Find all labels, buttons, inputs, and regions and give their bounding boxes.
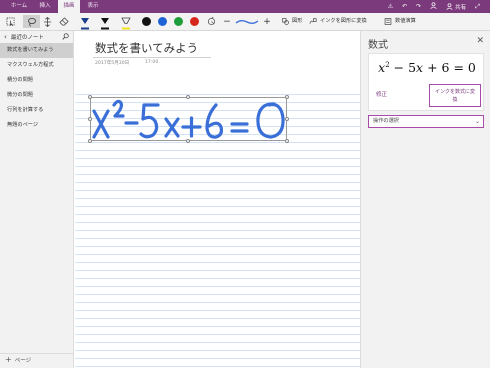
fix-link[interactable]: 修正 [376, 90, 387, 98]
ribbon-tab-bar: ホーム 挿入 描画 表示 ⚠ ↶ ↷ 共有 ⤢ [0, 0, 490, 13]
shape-icon [282, 18, 289, 25]
color-red-swatch[interactable] [190, 17, 199, 26]
sidebar-page-item[interactable]: 行列を計算する [0, 103, 73, 118]
pen-black-icon[interactable] [100, 15, 110, 30]
math-icon [384, 18, 392, 25]
sidebar-page-item[interactable]: 微分の問題 [0, 88, 73, 103]
operation-select-value: 操作の選択 [373, 118, 399, 124]
math-button[interactable]: 数値演算 [384, 15, 416, 28]
shape-button[interactable]: 図形 [282, 15, 302, 28]
tab-home[interactable]: ホーム [6, 0, 32, 13]
share-button[interactable]: 共有 [446, 3, 466, 11]
sidebar-page-item[interactable]: 積分の問題 [0, 73, 73, 88]
close-icon[interactable]: ✕ [476, 36, 484, 46]
add-page-label: ページ [14, 357, 32, 364]
convert-label-line1: インクを数式に変 [434, 89, 475, 95]
highlighter-icon[interactable] [121, 15, 131, 30]
ink-to-shape-button[interactable]: インクを図形に変換 [309, 15, 367, 28]
add-page-button[interactable]: + ページ [5, 355, 31, 364]
shape-label: 図形 [292, 18, 303, 24]
equation-term: − 5 [389, 60, 417, 75]
page-title[interactable]: 数式を書いてみよう [95, 40, 198, 56]
undo-icon[interactable]: ↶ [402, 3, 407, 10]
color-picker-icon[interactable] [204, 15, 218, 28]
chevron-down-icon: ⌄ [474, 118, 480, 125]
sidebar-page-item[interactable]: 無題のページ [0, 118, 73, 133]
select-objects-icon[interactable] [3, 15, 17, 28]
pen-dark-blue-icon[interactable] [80, 15, 90, 30]
share-label: 共有 [455, 4, 467, 11]
thickness-increase-icon[interactable]: + [262, 15, 272, 28]
page-time: 17:00 [145, 60, 159, 65]
panel-title: 数式 [368, 40, 388, 51]
ink-to-shape-label: インクを図形に変換 [320, 18, 367, 24]
color-black-swatch[interactable] [142, 17, 151, 26]
recent-notes-label: 最近のノート [10, 35, 44, 41]
page-list-sidebar: ‹ 最近のノート 数式を書いてみよう マクスウェル方程式 積分の問題 微分の問題… [0, 31, 74, 368]
thickness-decrease-icon[interactable]: − [222, 15, 232, 28]
ink-to-shape-icon [309, 18, 317, 24]
redo-icon[interactable]: ↷ [416, 3, 421, 10]
sidebar-divider [0, 353, 74, 354]
recognized-equation: x2 − 5x + 6 = 0 [369, 60, 485, 75]
equation-term: + 6 = 0 [423, 60, 476, 75]
title-bar-actions: ⚠ ↶ ↷ 共有 ⤢ [388, 2, 480, 11]
color-blue-swatch[interactable] [158, 17, 167, 26]
share-person-icon [446, 3, 453, 10]
search-icon[interactable] [62, 32, 69, 42]
back-chevron-icon[interactable]: ‹ [4, 33, 7, 41]
warning-icon[interactable]: ⚠ [388, 3, 393, 10]
sidebar-page-item[interactable]: 数式を書いてみよう [0, 43, 73, 58]
convert-label-line2: 換 [452, 97, 458, 103]
plus-icon: + [5, 355, 12, 364]
draw-toolbar: − + 図形 インクを図形に変換 数値演算 [0, 13, 490, 31]
page-date: 2017年5月30日 [95, 61, 130, 66]
add-space-icon[interactable] [40, 15, 54, 28]
convert-ink-to-math-button[interactable]: インクを数式に変 換 [429, 84, 481, 107]
math-label: 数値演算 [395, 18, 416, 24]
tab-insert[interactable]: 挿入 [34, 0, 56, 13]
eraser-icon[interactable] [57, 15, 71, 28]
page-header-area: 数式を書いてみよう 2017年5月30日 17:00 [75, 31, 360, 89]
sidebar-page-item[interactable]: マクスウェル方程式 [0, 58, 73, 73]
lasso-select-icon[interactable] [23, 15, 40, 28]
expand-icon[interactable]: ⤢ [475, 3, 480, 11]
math-panel: 数式 ✕ x2 − 5x + 6 = 0 修正 インクを数式に変 換 操作の選択… [360, 31, 490, 368]
tab-view[interactable]: 表示 [82, 0, 104, 13]
stroke-preview-icon [234, 15, 260, 28]
equation-preview-card: x2 − 5x + 6 = 0 修正 インクを数式に変 換 [368, 53, 484, 111]
account-icon[interactable] [430, 2, 437, 11]
operation-select[interactable]: 操作の選択 ⌄ [368, 115, 484, 128]
title-divider [93, 57, 211, 58]
handwritten-equation-ink[interactable] [90, 97, 287, 141]
note-canvas[interactable]: 数式を書いてみよう 2017年5月30日 17:00 [75, 31, 360, 368]
tab-draw[interactable]: 描画 [58, 0, 80, 13]
sidebar-header: ‹ 最近のノート [0, 31, 73, 43]
color-green-swatch[interactable] [174, 17, 183, 26]
